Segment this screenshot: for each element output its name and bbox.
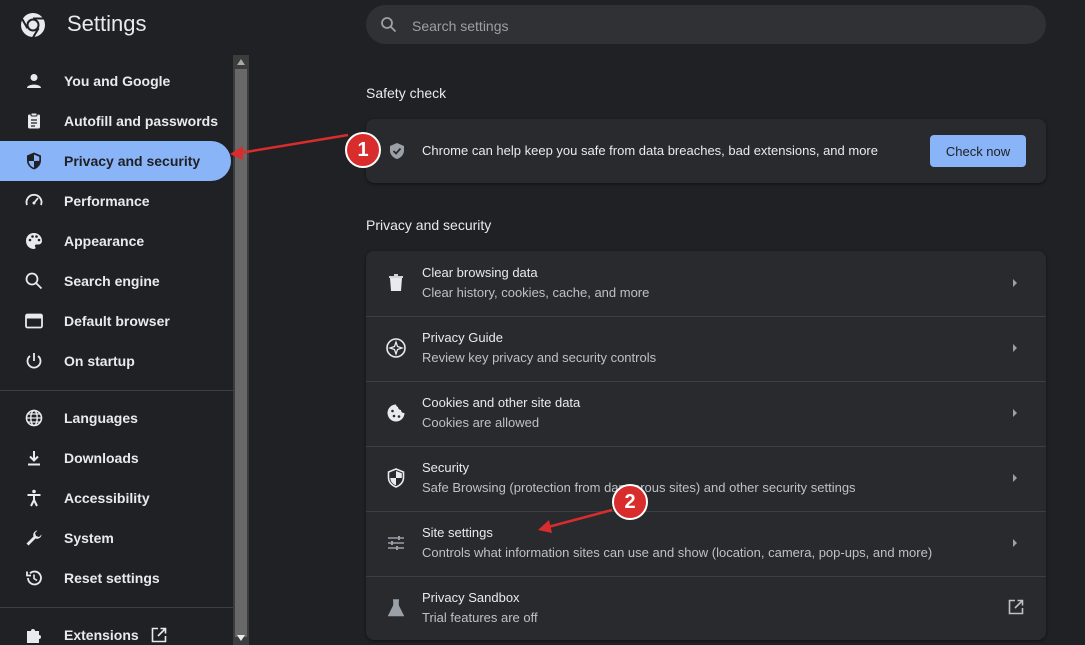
sidebar-item-label: Performance bbox=[64, 193, 150, 209]
sidebar-item-appearance[interactable]: Appearance bbox=[0, 221, 231, 261]
check-now-button[interactable]: Check now bbox=[930, 135, 1026, 167]
shield-icon bbox=[27, 152, 41, 170]
search-bar[interactable] bbox=[366, 5, 1046, 46]
palette-icon bbox=[26, 233, 42, 249]
sidebar: You and Google Autofill and passwords Pr… bbox=[0, 55, 233, 645]
row-title: Security bbox=[422, 460, 469, 475]
row-subtitle: Clear history, cookies, cache, and more bbox=[422, 285, 650, 300]
row-title: Clear browsing data bbox=[422, 265, 538, 280]
sidebar-item-performance[interactable]: Performance bbox=[0, 181, 231, 221]
safety-check-card: Chrome can help keep you safe from data … bbox=[366, 119, 1046, 183]
sidebar-item-default-browser[interactable]: Default browser bbox=[0, 301, 231, 341]
sidebar-item-autofill[interactable]: Autofill and passwords bbox=[0, 101, 231, 141]
cookie-icon bbox=[387, 404, 405, 422]
search-icon bbox=[25, 272, 43, 290]
row-title: Privacy Sandbox bbox=[422, 590, 520, 605]
sidebar-item-label: On startup bbox=[64, 353, 135, 369]
sidebar-item-label: Downloads bbox=[64, 450, 139, 466]
search-icon bbox=[381, 17, 397, 33]
sidebar-item-you-and-google[interactable]: You and Google bbox=[0, 61, 231, 101]
chevron-right-icon bbox=[1013, 539, 1017, 547]
chevron-right-icon bbox=[1013, 344, 1017, 352]
sidebar-item-privacy-and-security[interactable]: Privacy and security bbox=[0, 141, 231, 181]
download-icon bbox=[28, 451, 40, 466]
chevron-right-icon bbox=[1013, 474, 1017, 482]
row-privacy-guide[interactable]: Privacy Guide Review key privacy and sec… bbox=[366, 316, 1046, 381]
sidebar-item-search-engine[interactable]: Search engine bbox=[0, 261, 231, 301]
row-security[interactable]: Security Safe Browsing (protection from … bbox=[366, 446, 1046, 511]
row-title: Cookies and other site data bbox=[422, 395, 581, 410]
sidebar-item-label: Appearance bbox=[64, 233, 145, 249]
chevron-right-icon bbox=[1013, 279, 1017, 287]
person-icon bbox=[27, 74, 41, 88]
row-privacy-sandbox[interactable]: Privacy Sandbox Trial features are off bbox=[366, 576, 1046, 640]
wrench-icon bbox=[26, 530, 42, 546]
search-input[interactable] bbox=[410, 5, 1034, 46]
row-clear-browsing-data[interactable]: Clear browsing data Clear history, cooki… bbox=[366, 251, 1046, 316]
sidebar-item-label: Languages bbox=[64, 410, 138, 426]
shield-check-icon bbox=[390, 143, 404, 159]
chrome-logo-icon bbox=[21, 13, 45, 38]
browser-window-icon bbox=[25, 313, 43, 329]
sidebar-item-label: Default browser bbox=[64, 313, 170, 329]
open-in-new-icon bbox=[1008, 599, 1024, 615]
row-subtitle: Trial features are off bbox=[422, 610, 538, 625]
sidebar-item-label: Privacy and security bbox=[64, 153, 201, 169]
sidebar-item-languages[interactable]: Languages bbox=[0, 398, 231, 438]
globe-icon bbox=[25, 409, 43, 427]
compass-icon bbox=[386, 338, 406, 358]
speedometer-icon bbox=[25, 193, 43, 206]
sidebar-item-label: You and Google bbox=[64, 73, 171, 89]
accessibility-icon bbox=[27, 489, 41, 507]
sidebar-item-label: System bbox=[64, 530, 114, 546]
trash-icon bbox=[389, 274, 403, 291]
sidebar-item-label: Search engine bbox=[64, 273, 160, 289]
row-site-settings[interactable]: Site settings Controls what information … bbox=[366, 511, 1046, 576]
sidebar-item-label: Extensions bbox=[64, 627, 139, 643]
scroll-up-arrow-icon[interactable] bbox=[237, 59, 245, 65]
safety-check-description: Chrome can help keep you safe from data … bbox=[422, 143, 878, 158]
annotation-badge-1: 1 bbox=[345, 132, 381, 168]
sidebar-item-downloads[interactable]: Downloads bbox=[0, 438, 231, 478]
row-title: Site settings bbox=[422, 525, 493, 540]
sidebar-scrollbar[interactable] bbox=[233, 55, 249, 645]
row-title: Privacy Guide bbox=[422, 330, 503, 345]
sidebar-item-label: Autofill and passwords bbox=[64, 113, 219, 129]
safety-check-title: Safety check bbox=[366, 85, 447, 101]
row-subtitle: Review key privacy and security controls bbox=[422, 350, 657, 365]
row-subtitle: Controls what information sites can use … bbox=[422, 545, 933, 560]
sidebar-item-on-startup[interactable]: On startup bbox=[0, 341, 231, 381]
page-title: Settings bbox=[67, 11, 147, 36]
puzzle-icon bbox=[27, 629, 41, 643]
sidebar-item-accessibility[interactable]: Accessibility bbox=[0, 478, 231, 518]
sidebar-divider bbox=[0, 607, 233, 608]
flask-icon bbox=[387, 599, 405, 617]
scroll-down-arrow-icon[interactable] bbox=[237, 635, 245, 641]
privacy-section-title: Privacy and security bbox=[366, 217, 492, 233]
shield-icon bbox=[387, 468, 405, 488]
settings-page: Settings You and Google Autofill and pas… bbox=[0, 0, 1085, 645]
privacy-and-security-card: Clear browsing data Clear history, cooki… bbox=[366, 251, 1046, 640]
sidebar-item-reset-settings[interactable]: Reset settings bbox=[0, 558, 231, 598]
history-icon bbox=[26, 570, 42, 586]
clipboard-icon bbox=[28, 112, 40, 129]
sidebar-item-extensions[interactable]: Extensions bbox=[0, 615, 231, 645]
sidebar-divider bbox=[0, 390, 233, 391]
sidebar-item-label: Reset settings bbox=[64, 570, 160, 586]
row-cookies[interactable]: Cookies and other site data Cookies are … bbox=[366, 381, 1046, 446]
scrollbar-thumb[interactable] bbox=[235, 69, 247, 637]
chevron-right-icon bbox=[1013, 409, 1017, 417]
sliders-icon bbox=[388, 536, 404, 550]
sidebar-item-system[interactable]: System bbox=[0, 518, 231, 558]
open-in-new-icon bbox=[151, 627, 167, 643]
annotation-badge-2: 2 bbox=[612, 484, 648, 520]
power-icon bbox=[26, 353, 42, 369]
row-subtitle: Cookies are allowed bbox=[422, 415, 540, 430]
sidebar-item-label: Accessibility bbox=[64, 490, 150, 506]
